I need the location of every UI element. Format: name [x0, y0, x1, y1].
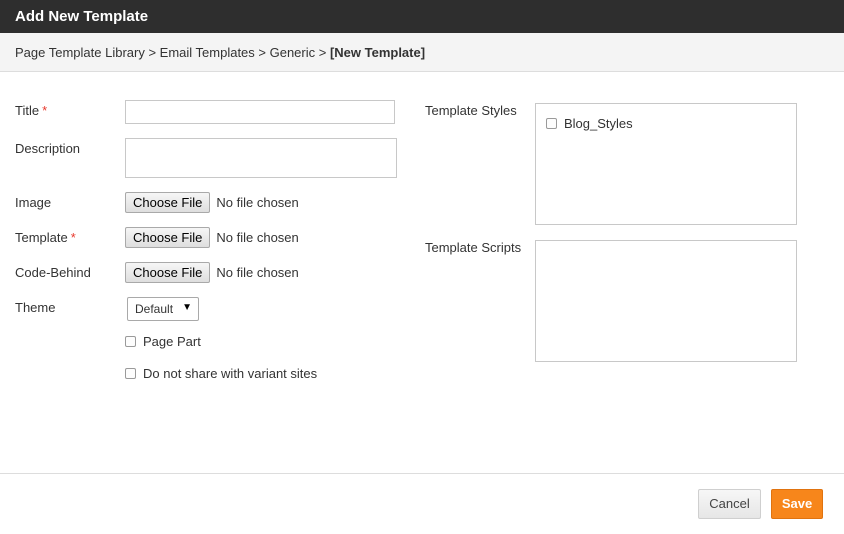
dialog-title: Add New Template: [0, 0, 844, 33]
template-file-status: No file chosen: [216, 230, 299, 245]
image-file-status: No file chosen: [216, 195, 299, 210]
blog-styles-checkbox[interactable]: [546, 118, 557, 129]
code-behind-file-picker: Choose File No file chosen: [125, 262, 299, 283]
page-part-label: Page Part: [143, 334, 201, 349]
required-mark: *: [42, 103, 48, 118]
breadcrumb-current: [New Template]: [329, 45, 426, 60]
template-scripts-label: Template Scripts: [425, 240, 522, 255]
template-styles-label: Template Styles: [425, 103, 517, 118]
title-label: Title *: [15, 103, 47, 118]
theme-select-value: Default: [135, 302, 174, 316]
template-scripts-list[interactable]: [535, 240, 797, 362]
image-choose-file-button[interactable]: Choose File: [125, 192, 211, 213]
title-label-text: Title: [15, 103, 40, 118]
image-file-picker: Choose File No file chosen: [125, 192, 299, 213]
code-behind-label: Code-Behind: [15, 265, 91, 280]
page-part-checkbox[interactable]: [125, 336, 136, 347]
description-textarea[interactable]: [125, 138, 397, 178]
caret-down-icon: ▼: [182, 302, 192, 313]
code-behind-choose-file-button[interactable]: Choose File: [125, 262, 211, 283]
template-label: Template *: [15, 230, 76, 245]
save-button[interactable]: Save: [771, 489, 823, 519]
cancel-button[interactable]: Cancel: [698, 489, 761, 519]
footer-divider: [0, 473, 844, 474]
required-mark: *: [70, 230, 76, 245]
no-share-checkbox[interactable]: [125, 368, 136, 379]
no-share-label: Do not share with variant sites: [143, 366, 318, 381]
list-item[interactable]: Blog_Styles: [546, 116, 633, 131]
template-file-picker: Choose File No file chosen: [125, 227, 299, 248]
image-label: Image: [15, 195, 52, 210]
no-share-option[interactable]: Do not share with variant sites: [125, 366, 317, 381]
code-behind-file-status: No file chosen: [216, 265, 299, 280]
description-label: Description: [15, 141, 81, 156]
title-input[interactable]: [125, 100, 395, 124]
breadcrumb-path: Page Template Library > Email Templates …: [15, 45, 330, 60]
theme-select[interactable]: Default ▼: [127, 297, 199, 321]
blog-styles-label: Blog_Styles: [564, 116, 633, 131]
template-label-text: Template: [15, 230, 68, 245]
template-styles-list[interactable]: Blog_Styles: [535, 103, 797, 225]
breadcrumb: Page Template Library > Email Templates …: [0, 33, 844, 72]
page-part-option[interactable]: Page Part: [125, 334, 201, 349]
template-choose-file-button[interactable]: Choose File: [125, 227, 211, 248]
theme-label: Theme: [15, 300, 56, 315]
